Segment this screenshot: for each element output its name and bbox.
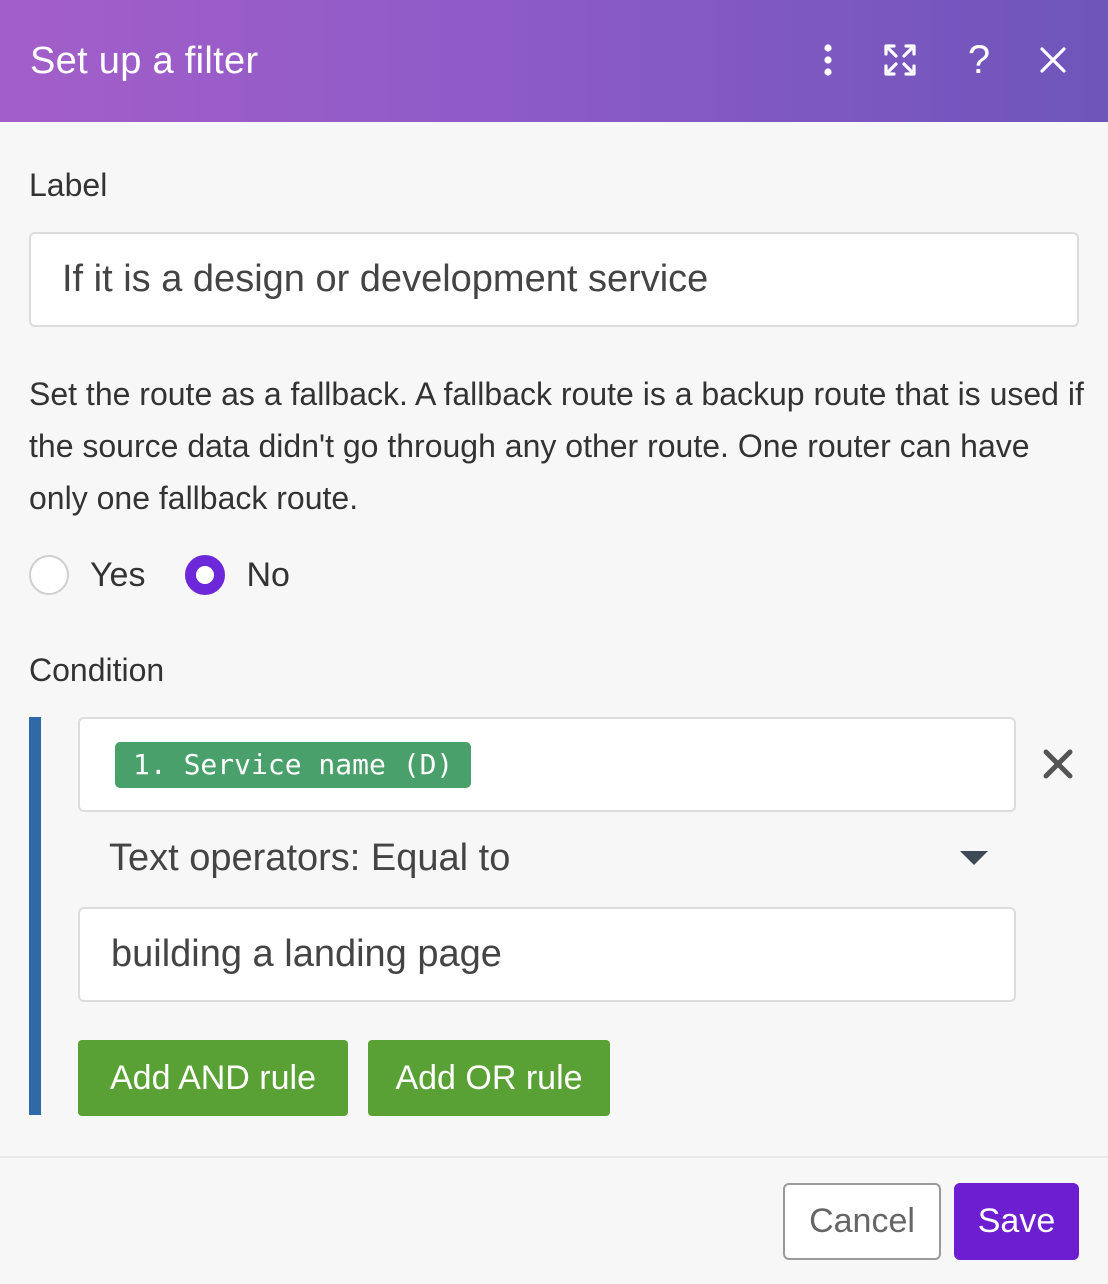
filter-dialog: Set up a filter ? Label If it is a desig… [0, 0, 1108, 1284]
dialog-title: Set up a filter [30, 39, 259, 82]
condition-field-input[interactable]: 1. Service name (D) [78, 717, 1016, 812]
radio-yes-label: Yes [90, 555, 146, 594]
footer-divider [0, 1156, 1108, 1158]
help-icon[interactable]: ? [953, 34, 1005, 86]
add-and-rule-button[interactable]: Add AND rule [78, 1040, 348, 1116]
operator-select-value: Text operators: Equal to [109, 836, 511, 879]
dialog-header: Set up a filter ? [0, 0, 1108, 122]
radio-yes-circle[interactable] [29, 555, 69, 595]
cancel-button[interactable]: Cancel [783, 1183, 941, 1260]
fallback-description: Set the route as a fallback. A fallback … [29, 376, 1084, 516]
label-input[interactable]: If it is a design or development service [29, 232, 1079, 327]
caret-down-icon [960, 851, 988, 865]
remove-condition-icon[interactable] [1038, 744, 1078, 784]
label-heading: Label [29, 167, 108, 203]
save-button[interactable]: Save [954, 1183, 1079, 1260]
expand-icon[interactable] [874, 34, 926, 86]
fallback-radio-group: Yes No [29, 552, 330, 598]
radio-no-label: No [246, 555, 290, 594]
radio-option-yes[interactable]: Yes [29, 555, 145, 595]
help-glyph: ? [967, 38, 991, 82]
condition-group-bar [29, 717, 41, 1115]
operator-select[interactable]: Text operators: Equal to [78, 820, 1016, 896]
close-icon[interactable] [1027, 34, 1079, 86]
radio-no-circle[interactable] [185, 555, 226, 595]
field-mapping-pill[interactable]: 1. Service name (D) [115, 742, 472, 788]
vertical-dots-icon[interactable] [802, 34, 854, 86]
condition-heading: Condition [29, 652, 165, 688]
label-input-value: If it is a design or development service [62, 258, 709, 300]
condition-value-input[interactable]: building a landing page [78, 907, 1016, 1002]
add-or-rule-button[interactable]: Add OR rule [368, 1040, 610, 1116]
condition-value-text: building a landing page [111, 933, 502, 975]
radio-option-no[interactable]: No [185, 555, 290, 595]
